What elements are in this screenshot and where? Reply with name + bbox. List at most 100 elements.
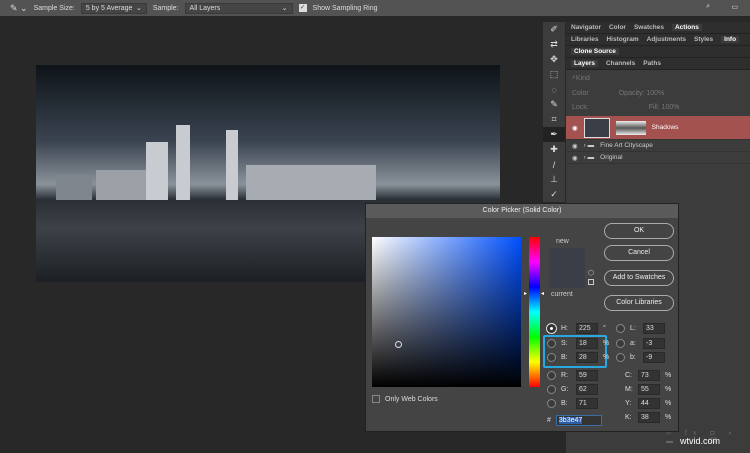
k-input[interactable]: 38 — [638, 412, 660, 423]
mask-thumbnail — [615, 120, 646, 135]
r-radio[interactable] — [547, 371, 556, 380]
g-input[interactable]: 62 — [576, 384, 598, 395]
tab-paths[interactable]: Paths — [643, 60, 661, 67]
eyedropper-icon[interactable]: ✎ ⌄ — [10, 3, 28, 14]
tab-channels[interactable]: Channels — [606, 60, 635, 67]
tab-libraries[interactable]: Libraries — [571, 36, 598, 43]
new-color-swatch — [549, 248, 585, 288]
hue-slider-handle[interactable]: ▸ — [524, 290, 527, 297]
cancel-button[interactable]: Cancel — [604, 245, 674, 261]
hue-slider-handle[interactable]: ◂ — [541, 290, 544, 297]
blue-radio[interactable] — [547, 399, 556, 408]
brush-icon[interactable]: ✐ — [543, 22, 565, 37]
a-row: a: -3 — [616, 338, 665, 349]
m-input[interactable]: 55 — [638, 384, 660, 395]
show-ring-checkbox[interactable]: ✓ — [298, 4, 307, 12]
a-radio[interactable] — [616, 339, 625, 348]
blue-input[interactable]: 71 — [576, 398, 598, 409]
tab-actions[interactable]: Actions — [671, 24, 702, 31]
lasso-icon[interactable]: ◌ — [543, 82, 565, 97]
b-radio[interactable] — [547, 353, 556, 362]
hue-slider[interactable] — [529, 237, 540, 387]
panel-tabs-4: Layers Channels Paths — [566, 58, 750, 70]
quick-select-icon[interactable]: ✎ — [543, 97, 565, 112]
deg-unit: ° — [603, 325, 606, 332]
l-radio[interactable] — [616, 324, 625, 333]
panel-tabs-2: Libraries Histogram Adjustments Styles Info — [566, 34, 750, 46]
y-input[interactable]: 44 — [638, 398, 660, 409]
sample-size-label: Sample Size: — [33, 4, 75, 12]
color-picker-dialog: Color Picker (Solid Color) ▸ ◂ new curre… — [365, 203, 679, 432]
color-cursor[interactable] — [395, 341, 402, 348]
layer-row-fine-art[interactable]: ◉ › ▬ Fine Art Cityscape — [566, 140, 750, 152]
show-ring-label: Show Sampling Ring — [312, 4, 378, 12]
h-row: H: 225 ° — [546, 323, 606, 334]
current-label: current — [551, 291, 573, 298]
tab-adjustments[interactable]: Adjustments — [647, 36, 686, 43]
only-web-checkbox[interactable] — [372, 395, 380, 403]
visibility-icon[interactable]: ◉ — [572, 142, 578, 150]
lab-b-radio[interactable] — [616, 353, 625, 362]
search-icon[interactable]: ⌕ — [706, 3, 710, 11]
cube-warning-icon[interactable]: ⬡ — [588, 269, 594, 277]
visibility-icon[interactable]: ◉ — [572, 154, 578, 162]
visibility-icon[interactable]: ◉ — [572, 124, 578, 132]
move-icon[interactable]: ✥ — [543, 52, 565, 67]
crop-icon[interactable]: ⌗ — [543, 112, 565, 127]
ok-button[interactable]: OK — [604, 223, 674, 239]
tab-color[interactable]: Color — [609, 24, 626, 31]
building — [246, 165, 376, 200]
h-radio[interactable] — [546, 323, 557, 334]
l-input[interactable]: 33 — [643, 323, 665, 334]
sample-select[interactable]: All Layers ⌄ — [184, 2, 293, 14]
blend-mode-select[interactable]: Color — [572, 90, 589, 97]
tab-info[interactable]: Info — [721, 36, 740, 43]
tab-styles[interactable]: Styles — [694, 36, 713, 43]
layer-filter[interactable]: ⌕ Kind — [566, 70, 750, 86]
a-input[interactable]: -3 — [643, 338, 665, 349]
g-radio[interactable] — [547, 385, 556, 394]
workspace-icon[interactable]: ▭ — [731, 3, 738, 11]
only-web-label: Only Web Colors — [385, 395, 438, 403]
marquee-icon[interactable]: ⬚ — [543, 67, 565, 82]
layer-name: Shadows — [651, 124, 679, 131]
tab-layers[interactable]: Layers — [571, 60, 598, 67]
stamp-icon[interactable]: ⊥ — [543, 172, 565, 187]
pct-unit: % — [665, 372, 672, 379]
b-input[interactable]: 28 — [576, 352, 598, 363]
r-input[interactable]: 59 — [576, 370, 598, 381]
web-safe-icon[interactable] — [588, 279, 594, 285]
fill-input[interactable]: 100% — [662, 104, 680, 111]
layer-row-shadows[interactable]: ◉ Shadows — [566, 116, 750, 140]
brush-icon[interactable]: / — [543, 157, 565, 172]
tab-histogram[interactable]: Histogram — [606, 36, 638, 43]
layer-row-original[interactable]: ◉ › ▬ Original — [566, 152, 750, 164]
dialog-title: Color Picker (Solid Color) — [366, 204, 678, 218]
tab-swatches[interactable]: Swatches — [634, 24, 664, 31]
add-to-swatches-button[interactable]: Add to Swatches — [604, 270, 674, 286]
options-bar: ✎ ⌄ Sample Size: 5 by 5 Average ⌄ Sample:… — [0, 0, 750, 16]
lab-b-input[interactable]: -9 — [643, 352, 665, 363]
eyedropper-icon[interactable]: ✒ — [543, 127, 565, 142]
pct-unit: % — [665, 400, 672, 407]
s-radio[interactable] — [547, 339, 556, 348]
opacity-input[interactable]: 100% — [646, 90, 664, 97]
h-input[interactable]: 225 — [576, 323, 598, 334]
healing-icon[interactable]: ✚ — [543, 142, 565, 157]
pct-unit: % — [665, 386, 672, 393]
s-row: S: 18% — [547, 338, 609, 349]
adjust-icon[interactable]: ⇄ — [543, 37, 565, 52]
kind-filter[interactable]: Kind — [576, 75, 590, 82]
color-field[interactable] — [372, 237, 521, 387]
tab-navigator[interactable]: Navigator — [571, 24, 601, 31]
color-libraries-button[interactable]: Color Libraries — [604, 295, 674, 311]
history-brush-icon[interactable]: ✓ — [543, 187, 565, 202]
sample-size-select[interactable]: 5 by 5 Average ⌄ — [80, 2, 147, 14]
c-input[interactable]: 73 — [638, 370, 660, 381]
hex-input[interactable]: 3b3e47 — [558, 417, 583, 424]
only-web-colors[interactable]: Only Web Colors — [372, 395, 438, 403]
s-input[interactable]: 18 — [576, 338, 598, 349]
panel-tabs-3: Clone Source — [566, 46, 750, 58]
tab-clone-source[interactable]: Clone Source — [571, 48, 619, 55]
building — [56, 175, 92, 200]
